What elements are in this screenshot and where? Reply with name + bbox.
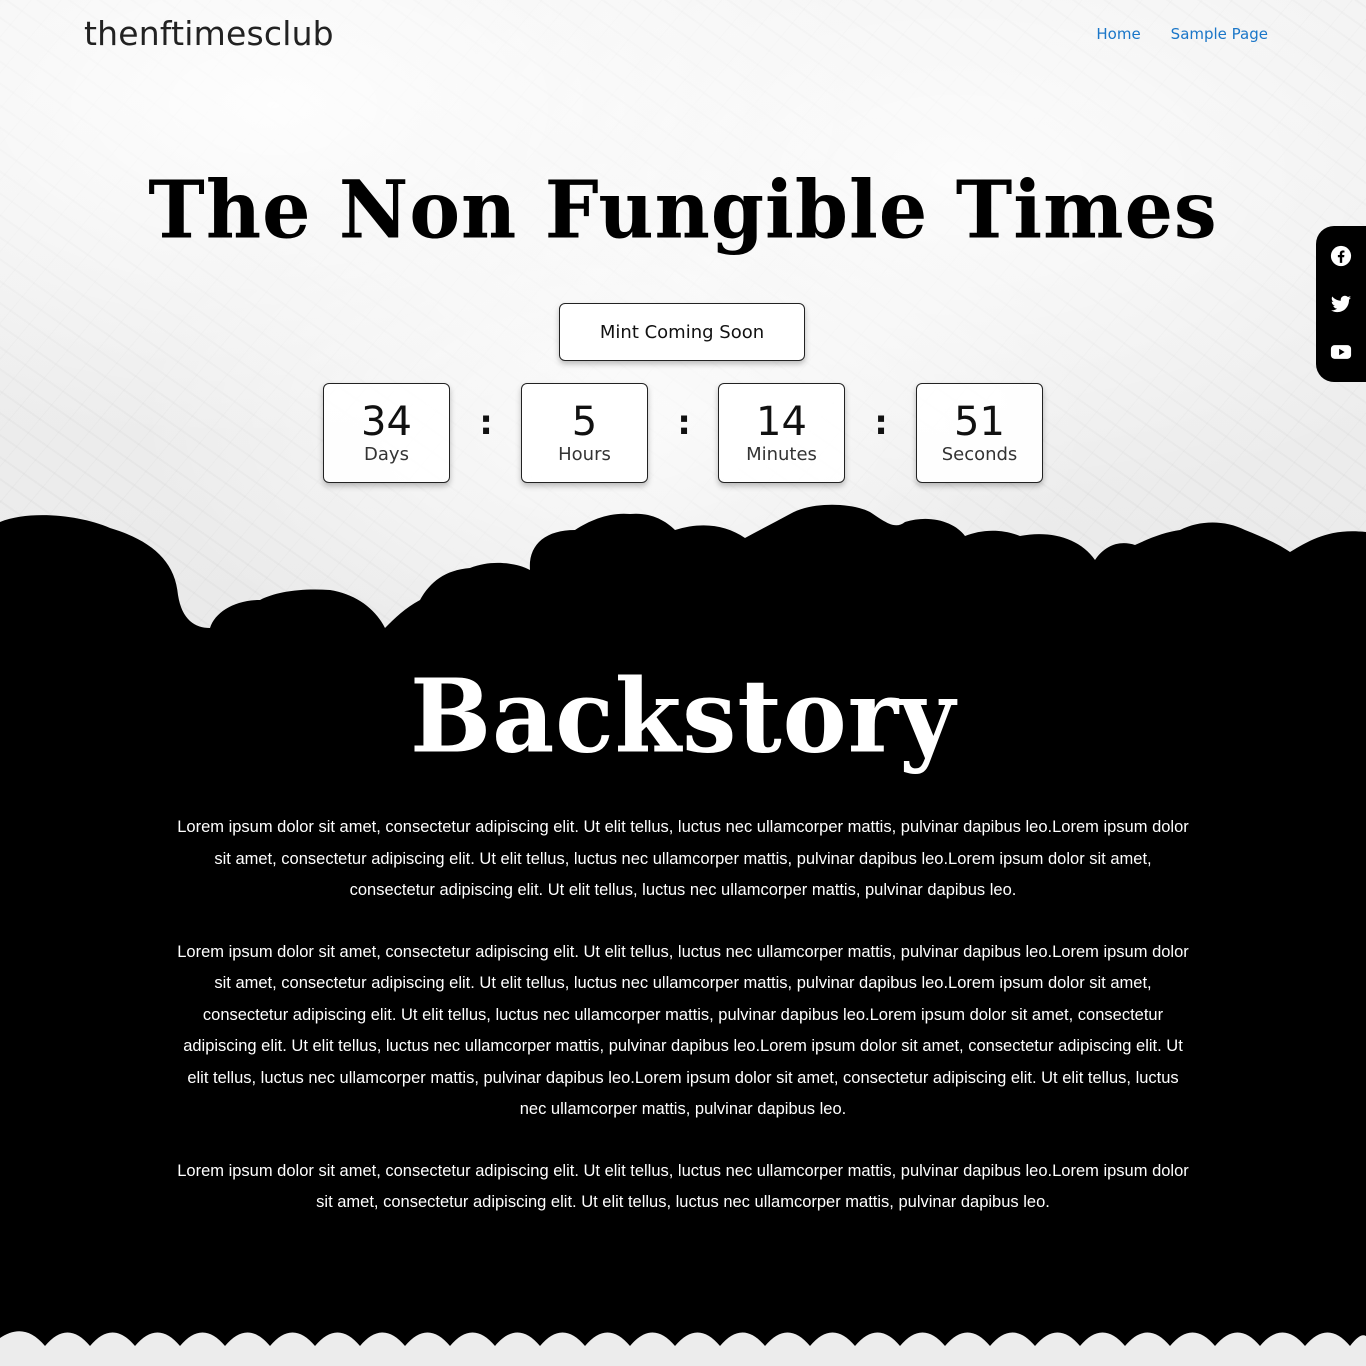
countdown-minutes: 14 Minutes [718,383,845,483]
backstory-paragraph: Lorem ipsum dolor sit amet, consectetur … [177,942,1189,1119]
countdown-hours: 5 Hours [521,383,648,483]
countdown-separator: : [677,403,691,443]
backstory-paragraph: Lorem ipsum dolor sit amet, consectetur … [177,1161,1189,1212]
paper-wave-footer [0,1331,1366,1366]
backstory-title: Backstory [409,657,957,776]
backstory-content: Lorem ipsum dolor sit amet, consectetur … [176,812,1190,1249]
countdown-timer: 34 Days : 5 Hours : 14 Minutes : 51 Seco… [323,383,1043,485]
countdown-seconds: 51 Seconds [916,383,1043,483]
site-header: thenftimesclub Home Sample Page [0,0,1366,72]
facebook-icon[interactable] [1330,245,1352,267]
countdown-seconds-value: 51 [954,399,1005,445]
countdown-days-label: Days [364,444,409,465]
social-sidebar [1316,226,1366,382]
countdown-hours-value: 5 [571,399,598,445]
hero-title: The Non Fungible Times [148,162,1218,257]
twitter-icon[interactable] [1330,293,1352,315]
nav-link-sample-page[interactable]: Sample Page [1171,25,1268,43]
mint-coming-soon-button[interactable]: Mint Coming Soon [559,303,805,361]
countdown-separator: : [874,403,888,443]
countdown-seconds-label: Seconds [941,444,1018,465]
youtube-icon[interactable] [1330,341,1352,363]
site-title-link[interactable]: thenftimesclub [84,14,334,53]
backstory-paragraph: Lorem ipsum dolor sit amet, consectetur … [177,818,1189,899]
main-nav: Home Sample Page [1096,25,1268,43]
countdown-separator: : [479,403,493,443]
countdown-hours-label: Hours [558,444,611,465]
nav-link-home[interactable]: Home [1096,25,1140,43]
countdown-days-value: 34 [361,399,412,445]
countdown-minutes-label: Minutes [746,444,817,465]
countdown-days: 34 Days [323,383,450,483]
countdown-minutes-value: 14 [756,399,807,445]
